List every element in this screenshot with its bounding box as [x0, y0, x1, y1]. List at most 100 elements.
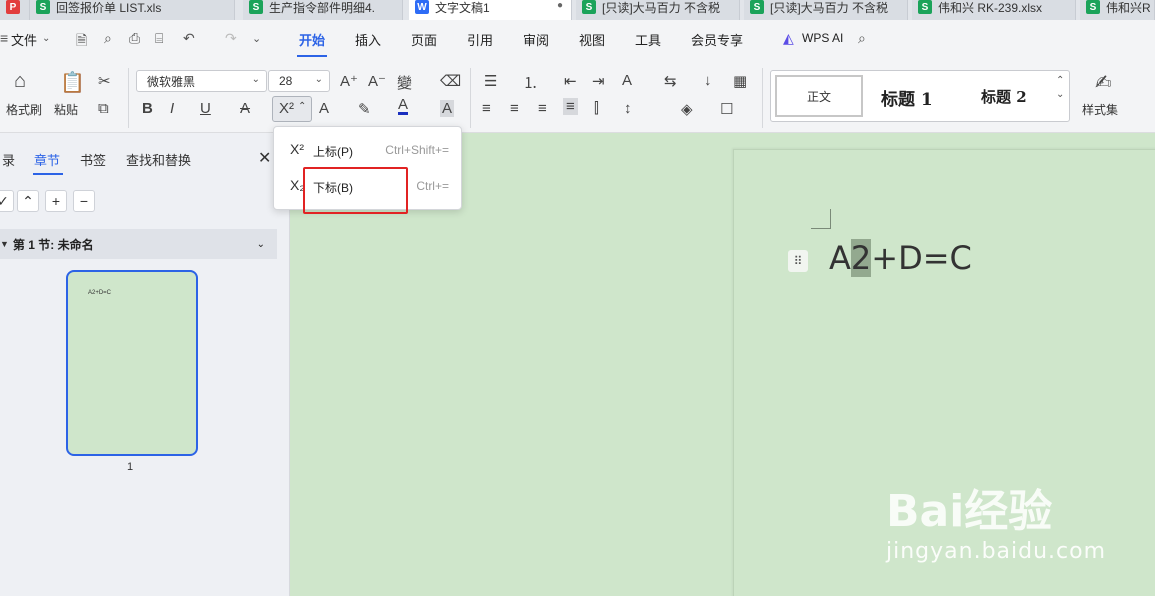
menu-item-superscript[interactable]: X² 上标(P) Ctrl+Shift+=	[274, 135, 463, 165]
justify-icon[interactable]: ≡	[563, 98, 578, 115]
copy-icon[interactable]: ⧉	[98, 100, 109, 117]
strikethrough-icon[interactable]: A	[240, 100, 250, 117]
sheet-icon: S	[750, 0, 764, 14]
remove-section-button[interactable]: −	[73, 190, 95, 212]
scroll-up-icon[interactable]: ⌃	[1056, 75, 1064, 86]
paragraph-shading-icon[interactable]: ◈	[681, 100, 693, 118]
move-up-button[interactable]: ⌃	[17, 190, 39, 212]
style-normal[interactable]: 正文	[775, 75, 863, 117]
decrease-indent-icon[interactable]: ⇤	[564, 72, 577, 90]
section-header[interactable]: ▼ 第 1 节: 未命名 ⌄	[0, 229, 277, 259]
superscript-icon[interactable]: X²	[279, 100, 294, 117]
chevron-down-icon[interactable]: ⌄	[257, 239, 265, 250]
tab-1[interactable]: S 生产指令部件明细4.	[243, 0, 403, 20]
print-preview-icon[interactable]: ⌸	[155, 30, 163, 47]
sort-icon[interactable]: ↓	[704, 72, 712, 89]
align-left-icon[interactable]: ≡	[482, 100, 491, 117]
active-menu-indicator	[297, 55, 327, 57]
line-spacing-icon[interactable]: ↕	[624, 100, 632, 117]
print-icon[interactable]: ⎙	[129, 30, 140, 47]
menu-review[interactable]: 审阅	[523, 30, 549, 49]
menu-reference[interactable]: 引用	[467, 30, 493, 49]
style-set-button[interactable]: 样式集	[1082, 101, 1118, 118]
tab-find-replace[interactable]: 查找和替换	[126, 150, 191, 169]
shortcut-label: Ctrl+Shift+=	[385, 143, 449, 157]
menu-view[interactable]: 视图	[579, 30, 605, 49]
tab-5[interactable]: S 伟和兴 RK-239.xlsx	[912, 0, 1076, 20]
scroll-down-icon[interactable]: ⌄	[1056, 89, 1064, 100]
collapse-button[interactable]: ✓	[0, 190, 14, 212]
page-thumbnail[interactable]: A2+D=C	[66, 270, 198, 456]
file-menu[interactable]: 文件	[11, 30, 37, 49]
tab-toc[interactable]: 录	[2, 150, 15, 169]
wps-ai-icon[interactable]: ◭	[783, 30, 794, 47]
underline-icon[interactable]: U	[200, 100, 211, 117]
menu-insert[interactable]: 插入	[355, 30, 381, 49]
format-painter-icon[interactable]: ⌂	[14, 70, 26, 93]
char-shading-icon[interactable]: A	[440, 100, 455, 117]
italic-icon[interactable]: I	[170, 100, 174, 117]
menu-tools[interactable]: 工具	[635, 30, 661, 49]
menu-home[interactable]: 开始	[299, 30, 325, 49]
menu-icon[interactable]: ≡	[0, 30, 8, 46]
add-section-button[interactable]: +	[45, 190, 67, 212]
table-icon[interactable]: ▦	[733, 72, 747, 90]
paste-button[interactable]: 粘贴	[54, 101, 78, 118]
tab-label: 文字文稿1	[435, 0, 490, 15]
numbered-list-icon[interactable]: ⒈	[523, 72, 538, 93]
paste-icon[interactable]: 📋	[60, 70, 85, 95]
text-direction-icon[interactable]: A	[622, 72, 632, 89]
increase-indent-icon[interactable]: ⇥	[592, 72, 605, 90]
decrease-font-icon[interactable]: A⁻	[368, 72, 386, 90]
thumbnail-text: A2+D=C	[88, 290, 112, 296]
save-icon[interactable]: 🗎	[76, 30, 87, 54]
text-effect-icon[interactable]: A	[319, 100, 329, 117]
tab-dot-icon[interactable]: ●	[557, 0, 563, 11]
tab-6[interactable]: S 伟和兴R	[1080, 0, 1155, 20]
close-icon[interactable]: ✕	[258, 148, 271, 168]
style-heading-2[interactable]: 标题 2	[981, 86, 1027, 107]
tab-4[interactable]: S [只读]大马百力 不含税	[744, 0, 908, 20]
phonetic-icon[interactable]: 變	[397, 72, 412, 93]
style-set-icon[interactable]: ✍	[1095, 70, 1112, 95]
align-right-icon[interactable]: ≡	[538, 100, 547, 117]
tab-3[interactable]: S [只读]大马百力 不含税	[576, 0, 740, 20]
clear-format-icon[interactable]: ⌫	[440, 72, 461, 90]
tab-pdf[interactable]: P	[0, 0, 30, 20]
document-text[interactable]: A2+D=C	[829, 239, 972, 277]
redo-icon[interactable]: ↷	[225, 30, 237, 47]
chevron-down-icon[interactable]: ⌄	[252, 32, 261, 45]
border-icon[interactable]: ☐	[720, 100, 733, 118]
bullet-list-icon[interactable]: ☰	[484, 72, 497, 90]
font-size-select[interactable]: 28 ⌄	[268, 70, 330, 92]
align-center-icon[interactable]: ≡	[510, 100, 519, 117]
tab-bookmarks[interactable]: 书签	[80, 150, 106, 169]
undo-icon[interactable]: ↶	[183, 30, 195, 47]
distribute-icon[interactable]: ⫿	[594, 100, 599, 117]
chevron-down-icon: ⌄	[251, 74, 260, 85]
tab-sections[interactable]: 章节	[34, 150, 60, 169]
format-painter-button[interactable]: 格式刷	[6, 101, 42, 118]
wps-ai-button[interactable]: WPS AI	[802, 31, 843, 45]
swap-icon[interactable]: ⇆	[664, 72, 677, 90]
style-heading-1[interactable]: 标题 1	[881, 85, 933, 110]
search-icon[interactable]: ⌕	[858, 30, 866, 47]
tab-0[interactable]: S 回签报价单 LIST.xls	[30, 0, 235, 20]
cut-icon[interactable]: ✂	[98, 72, 111, 90]
chevron-down-icon[interactable]: ⌄	[42, 33, 50, 44]
link-icon[interactable]: ⌕	[104, 30, 112, 47]
menu-vip[interactable]: 会员专享	[691, 30, 743, 49]
font-name-select[interactable]: 微软雅黑 ⌄	[136, 70, 267, 92]
bold-icon[interactable]: B	[142, 100, 153, 117]
font-color-icon[interactable]: A	[398, 97, 409, 115]
increase-font-icon[interactable]: A⁺	[340, 72, 358, 90]
styles-gallery: 正文 标题 1 标题 2 ⌃ ⌄	[770, 70, 1070, 122]
selected-text[interactable]: 2	[850, 239, 872, 277]
menu-page[interactable]: 页面	[411, 30, 437, 49]
sheet-icon: S	[249, 0, 263, 14]
chevron-up-icon[interactable]: ⌃	[298, 101, 306, 112]
tab-2[interactable]: W 文字文稿1 ●	[409, 0, 572, 20]
drag-handle-icon[interactable]: ⠿	[788, 250, 808, 272]
highlight-icon[interactable]: ✎	[358, 100, 371, 118]
divider	[762, 68, 763, 128]
